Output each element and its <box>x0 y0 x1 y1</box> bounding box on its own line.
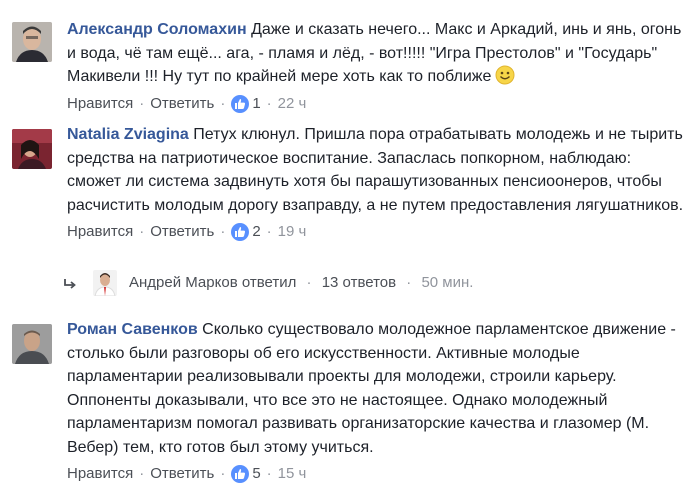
comment-actions: Нравится · Ответить · 2 · 19 ч <box>67 221 687 243</box>
avatar-image <box>12 324 52 364</box>
separator-dot: · <box>220 465 226 482</box>
separator-dot: · <box>306 274 312 291</box>
comment-author[interactable]: Natalia Zviagina <box>67 126 189 143</box>
separator-dot: · <box>220 223 226 240</box>
reply-arrow-icon <box>64 279 76 289</box>
smiley-icon <box>495 65 515 85</box>
reply-avatar <box>93 270 117 296</box>
comment-body: Роман Савенков Сколько существовало моло… <box>67 318 687 485</box>
avatar-image <box>12 22 52 62</box>
separator-dot: · <box>220 94 226 112</box>
reply-link[interactable]: Ответить <box>150 463 214 485</box>
comment-text-block: Александр Соломахин Даже и сказать нечег… <box>67 18 687 89</box>
comment-body: Александр Соломахин Даже и сказать нечег… <box>67 18 687 115</box>
avatar[interactable] <box>12 22 52 62</box>
avatar[interactable] <box>12 324 52 364</box>
reply-link[interactable]: Ответить <box>150 221 214 243</box>
comment-text-block: Natalia Zviagina Петух клюнул. Пришла по… <box>67 123 687 217</box>
like-link[interactable]: Нравится <box>67 463 133 485</box>
reactions-count[interactable]: 1 <box>231 93 261 115</box>
comment-author[interactable]: Александр Соломахин <box>67 21 247 38</box>
comment-time[interactable]: 19 ч <box>278 221 307 243</box>
reactions-number: 1 <box>252 94 261 112</box>
reactions-count[interactable]: 2 <box>231 221 261 243</box>
separator-dot: · <box>266 465 272 482</box>
reply-link[interactable]: Ответить <box>150 93 214 115</box>
comment-author[interactable]: Роман Савенков <box>67 321 198 338</box>
separator-dot: · <box>139 94 145 112</box>
comment-actions: Нравится · Ответить · 1 · 22 ч <box>67 93 687 115</box>
replies-count-link[interactable]: 13 ответов <box>322 274 396 291</box>
like-link[interactable]: Нравится <box>67 93 133 115</box>
like-link[interactable]: Нравится <box>67 221 133 243</box>
reactions-number: 5 <box>252 465 261 482</box>
separator-dot: · <box>266 223 272 240</box>
separator-dot: · <box>139 223 145 240</box>
reply-time: 50 мин. <box>421 274 474 291</box>
comment-actions: Нравится · Ответить · 5 · 15 ч <box>67 463 687 485</box>
replies-summary[interactable]: Андрей Марков ответил · 13 ответов · 50 … <box>0 266 700 302</box>
comments-feed: Александр Соломахин Даже и сказать нечег… <box>0 0 700 483</box>
comment-time[interactable]: 22 ч <box>278 93 307 115</box>
comment-text: Сколько существовало молодежное парламен… <box>67 321 676 456</box>
like-thumb-icon <box>231 465 250 483</box>
avatar-image <box>12 129 52 169</box>
separator-dot: · <box>139 465 145 482</box>
comment-text-block: Роман Савенков Сколько существовало моло… <box>67 318 687 459</box>
like-thumb-icon <box>231 94 250 113</box>
reactions-number: 2 <box>252 223 261 240</box>
reply-summary-text: Андрей Марков ответил · 13 ответов · 50 … <box>129 274 473 291</box>
separator-dot: · <box>266 94 272 112</box>
avatar[interactable] <box>12 129 52 169</box>
reactions-count[interactable]: 5 <box>231 463 261 485</box>
comment-body: Natalia Zviagina Петух клюнул. Пришла по… <box>67 123 687 243</box>
comment-time[interactable]: 15 ч <box>278 463 307 485</box>
reply-author-link[interactable]: Андрей Марков ответил <box>129 274 296 291</box>
separator-dot: · <box>406 274 412 291</box>
like-thumb-icon <box>231 223 250 241</box>
